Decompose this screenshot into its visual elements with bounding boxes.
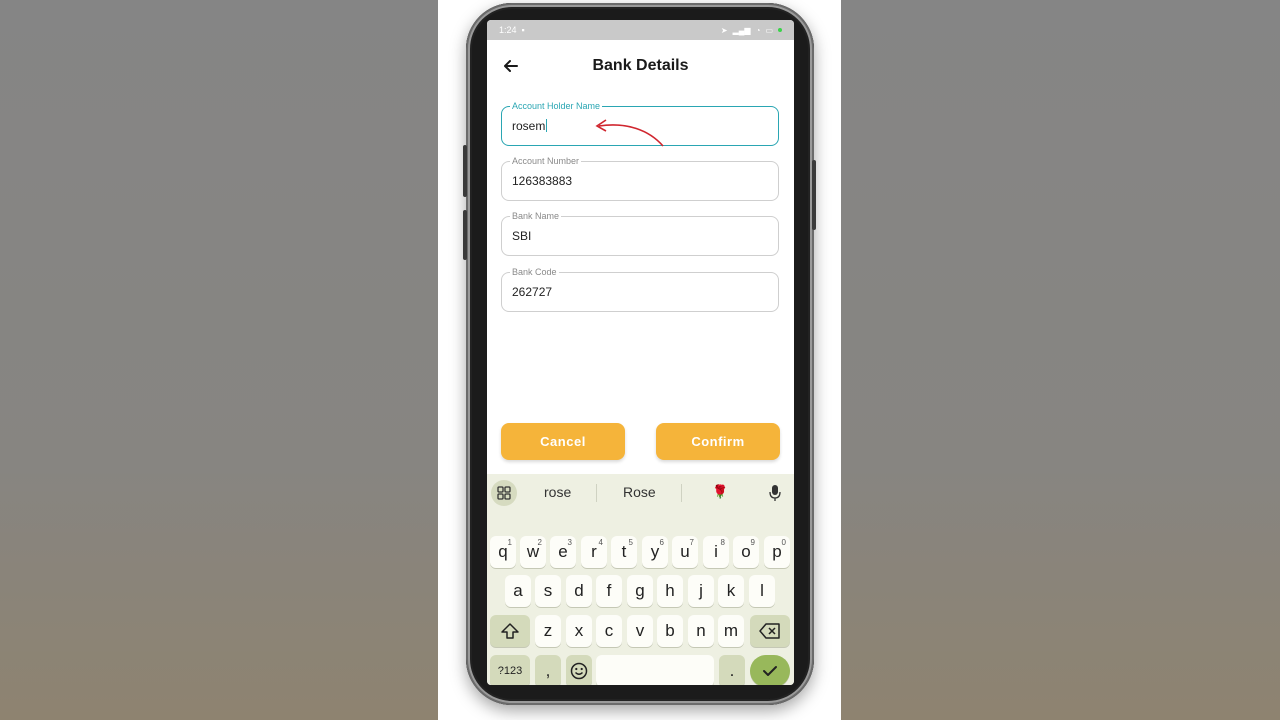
key[interactable]: u7 [672,536,698,568]
phone-power-button [812,160,816,230]
backspace-icon[interactable] [750,615,790,647]
key[interactable]: a [505,575,531,607]
key[interactable]: e3 [550,536,576,568]
app-header: Bank Details [487,48,794,84]
field-value: rosem [512,119,548,133]
field-label: Bank Name [510,211,562,222]
status-icons: ➤ ▂▄▆ ◔ ▭ [721,26,782,35]
field-value: SBI [512,229,532,243]
wifi-icon: ◔ [755,25,761,35]
field-label: Account Holder Name [510,101,603,112]
battery-icon: ▭ [765,25,773,35]
key[interactable]: r4 [581,536,607,568]
status-bar: 1:24 ▪ ➤ ▂▄▆ ◔ ▭ [487,20,794,40]
symbols-key[interactable]: ?123 [490,655,530,685]
key[interactable]: g [627,575,653,607]
account-number-field[interactable]: Account Number 126383883 [501,156,779,201]
annotation-arrow-icon [595,119,664,147]
key[interactable]: m [718,615,744,647]
key[interactable]: j [688,575,714,607]
cancel-button[interactable]: Cancel [501,423,625,460]
key[interactable]: l [749,575,775,607]
checkmark-icon[interactable] [750,655,790,685]
key[interactable]: s [535,575,561,607]
key[interactable]: k [718,575,744,607]
background-left [0,0,438,720]
camera-indicator-icon [778,28,782,32]
page-title: Bank Details [592,57,689,74]
period-key[interactable]: . [719,655,745,685]
key[interactable]: d [566,575,592,607]
shift-icon[interactable] [490,615,530,647]
space-bar[interactable] [596,655,714,685]
mic-icon[interactable] [769,484,781,502]
field-label: Account Number [510,156,582,167]
key[interactable]: z [535,615,561,647]
key[interactable]: w2 [520,536,546,568]
key[interactable]: c [596,615,622,647]
key[interactable]: o9 [733,536,759,568]
location-icon: ➤ [720,25,728,35]
emoji-icon[interactable] [566,655,592,685]
key[interactable]: i8 [703,536,729,568]
bank-code-field[interactable]: Bank Code 262727 [501,267,779,312]
suggestion-divider [681,484,682,502]
key[interactable]: x [566,615,592,647]
background-right [841,0,1280,720]
confirm-button[interactable]: Confirm [656,423,780,460]
key[interactable]: p0 [764,536,790,568]
suggestion-divider [596,484,597,502]
comma-key[interactable]: , [535,655,561,685]
key[interactable]: b [657,615,683,647]
key[interactable]: y6 [642,536,668,568]
grid-icon[interactable] [491,480,517,506]
phone-screen: 1:24 ▪ ➤ ▂▄▆ ◔ ▭ Bank Details Account Ho… [487,20,794,685]
field-value: 262727 [512,285,553,299]
arrow-left-icon[interactable] [501,56,521,76]
signal-icon: ▂▄▆ [732,25,751,35]
suggestion-bar: rose Rose 🌹 [487,474,794,510]
suggestion-item[interactable]: rose [544,484,571,500]
key[interactable]: q1 [490,536,516,568]
key[interactable]: f [596,575,622,607]
key[interactable]: n [688,615,714,647]
key[interactable]: t5 [611,536,637,568]
video-icon: ▪ [521,25,525,35]
suggestion-item[interactable]: Rose [623,484,656,500]
text-cursor [546,119,548,132]
suggestion-item[interactable]: 🌹 [712,484,728,500]
field-value: 126383883 [512,174,573,188]
key[interactable]: h [657,575,683,607]
soft-keyboard: rose Rose 🌹 q1 w2 e3 r4 t5 y6 u7 i8 o9 p… [487,474,794,685]
bank-name-field[interactable]: Bank Name SBI [501,211,779,256]
phone-volume-button [463,210,467,260]
key[interactable]: v [627,615,653,647]
phone-volume-button [463,145,467,197]
field-label: Bank Code [510,267,559,278]
status-time: 1:24 [499,25,517,35]
